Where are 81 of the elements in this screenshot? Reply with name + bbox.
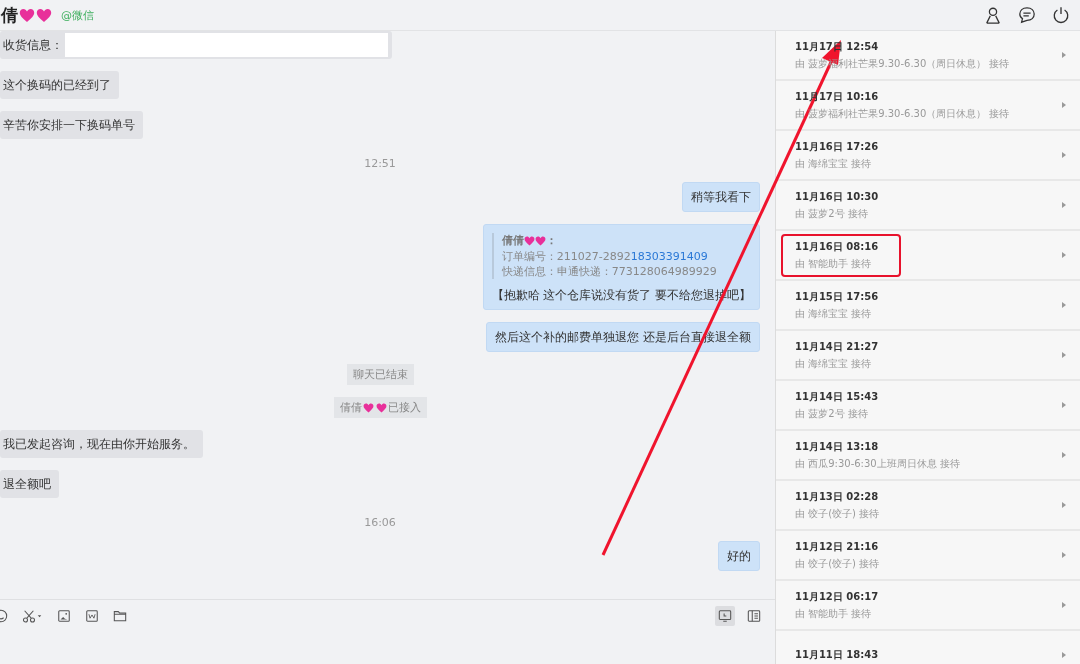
screen-icon — [718, 609, 732, 623]
session-time: 11月11日 18:43 — [795, 648, 879, 662]
caret-icon — [1062, 252, 1066, 258]
caret-icon — [1062, 202, 1066, 208]
session-item[interactable]: 11月11日 18:43 — [776, 631, 1080, 664]
session-agent: 由 菠萝2号 接待 — [795, 206, 868, 221]
caret-icon — [1062, 602, 1066, 608]
session-item[interactable]: 11月14日 15:43 由 菠萝2号 接待 — [776, 381, 1080, 431]
scissors-icon[interactable] — [22, 609, 43, 623]
heart-icon — [375, 402, 387, 413]
session-agent: 由 菠萝2号 接待 — [795, 406, 868, 421]
input-field[interactable] — [65, 33, 388, 57]
session-agent: 由 饺子(饺子) 接待 — [795, 556, 880, 571]
power-icon[interactable] — [1052, 6, 1070, 24]
session-time: 11月16日 10:30 — [795, 189, 879, 204]
session-agent: 由 海绵宝宝 接待 — [795, 356, 872, 371]
session-item[interactable]: 11月14日 13:18 由 西瓜9:30-6:30上班周日休息 接待 — [776, 431, 1080, 481]
caret-icon — [1062, 652, 1066, 658]
field-label: 收货信息： — [3, 37, 63, 53]
name-text: 倩倩 — [339, 400, 362, 415]
session-item[interactable]: 11月14日 21:27 由 海绵宝宝 接待 — [776, 331, 1080, 381]
session-time: 11月13日 02:28 — [795, 489, 879, 504]
message-bubble: 好的 — [718, 541, 760, 571]
session-item[interactable]: 11月12日 06:17 由 智能助手 接待 — [776, 581, 1080, 631]
shipping-info: 快递信息：申通快递：773128064989929 — [501, 264, 718, 279]
folder-icon[interactable] — [113, 609, 127, 623]
session-item[interactable]: 11月15日 17:56 由 海绵宝宝 接待 — [776, 281, 1080, 331]
caret-icon — [1062, 352, 1066, 358]
chat-icon[interactable] — [1018, 6, 1036, 24]
session-agent: 由 菠萝福利社芒果9.30-6.30（周日休息） 接待 — [795, 106, 1010, 121]
session-agent: 由 西瓜9:30-6:30上班周日休息 接待 — [795, 456, 960, 471]
sidebar-icon[interactable] — [747, 609, 761, 623]
heart-icon — [534, 236, 546, 246]
name-text: 倩倩 — [501, 233, 524, 249]
session-item[interactable]: 11月16日 10:30 由 菠萝2号 接待 — [776, 181, 1080, 231]
message-bubble: 稍等我看下 — [682, 182, 760, 212]
person-icon[interactable] — [984, 6, 1002, 24]
session-item[interactable]: 11月13日 02:28 由 饺子(饺子) 接待 — [776, 481, 1080, 531]
session-time: 11月16日 08:16 — [795, 239, 879, 254]
caret-icon — [1062, 52, 1066, 58]
order-label: 订单编号：211027-2892 — [501, 250, 631, 263]
name-text: 已接入 — [387, 400, 421, 415]
session-agent: 由 海绵宝宝 接待 — [795, 306, 872, 321]
caret-icon — [1062, 302, 1066, 308]
caret-icon — [1062, 452, 1066, 458]
session-item[interactable]: 11月16日 08:16 由 智能助手 接待 — [776, 231, 1080, 281]
session-time: 11月16日 17:26 — [795, 139, 879, 154]
session-time: 11月12日 21:16 — [795, 539, 879, 554]
message-bubble: 这个换码的已经到了 — [0, 71, 119, 99]
session-item[interactable]: 11月12日 21:16 由 饺子(饺子) 接待 — [776, 531, 1080, 581]
timestamp: 16:06 — [364, 516, 396, 529]
message-bubble: 退全额吧 — [0, 470, 59, 498]
session-time: 11月14日 21:27 — [795, 339, 879, 354]
session-agent: 由 饺子(饺子) 接待 — [795, 506, 880, 521]
caret-icon — [1062, 102, 1066, 108]
session-agent: 由 智能助手 接待 — [795, 606, 872, 621]
name-text: ： — [545, 233, 557, 249]
message-bubble: 辛苦你安排一下换码单号 — [0, 111, 143, 139]
session-time: 11月14日 15:43 — [795, 389, 879, 404]
message-bubble: 我已发起咨询，现在由你开始服务。 — [0, 430, 203, 458]
heart-icon — [362, 402, 374, 413]
screen-toggle[interactable] — [715, 606, 735, 626]
session-time: 11月14日 13:18 — [795, 439, 879, 454]
name-text: 聊天已结束 — [352, 367, 408, 382]
caret-icon — [1062, 152, 1066, 158]
source-label: @微信 — [61, 7, 94, 23]
heart-icon — [36, 7, 52, 23]
document-icon[interactable] — [85, 609, 99, 623]
image-icon[interactable] — [57, 609, 71, 623]
caret-icon — [1062, 402, 1066, 408]
caret-icon — [1062, 502, 1066, 508]
session-item[interactable]: 11月16日 17:26 由 海绵宝宝 接待 — [776, 131, 1080, 181]
name-text: 倩 — [1, 3, 18, 27]
timestamp: 12:51 — [364, 157, 396, 170]
caret-icon — [1062, 552, 1066, 558]
session-time: 11月12日 06:17 — [795, 589, 879, 604]
heart-icon — [523, 236, 535, 246]
heart-icon — [19, 7, 35, 23]
session-agent: 由 智能助手 接待 — [795, 256, 872, 271]
session-time: 11月15日 17:56 — [795, 289, 879, 304]
session-agent: 由 海绵宝宝 接待 — [795, 156, 872, 171]
